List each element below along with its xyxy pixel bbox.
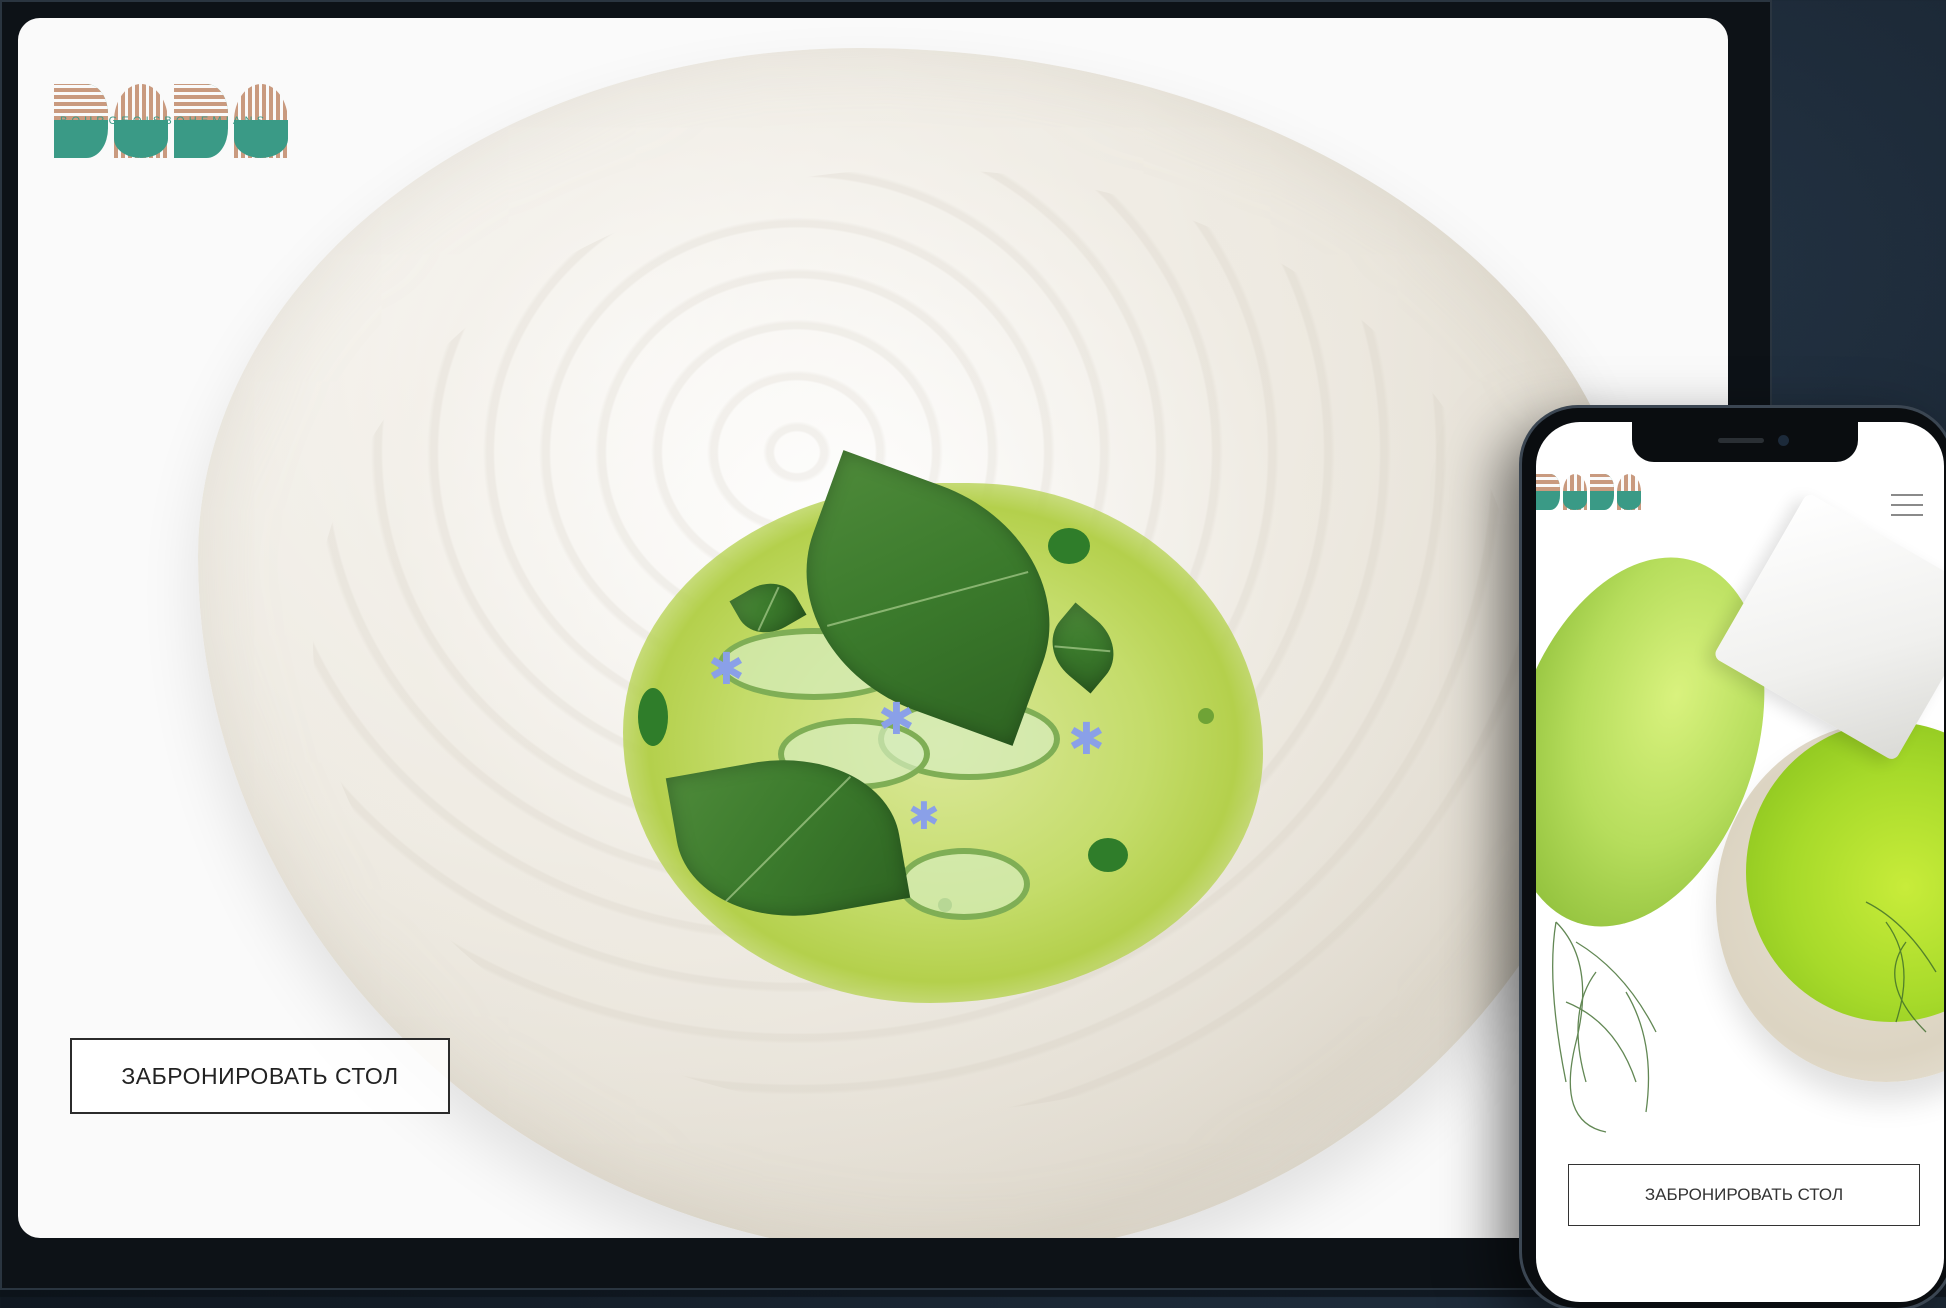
logo-tagline: BOURGEOISBOHEMIANS (60, 115, 269, 127)
hamburger-menu-icon[interactable] (1891, 494, 1923, 518)
flower-icon: ✱ (878, 695, 915, 744)
speaker-grille (1718, 438, 1764, 443)
flower-icon: ✱ (1068, 715, 1105, 764)
oil-drop (1088, 838, 1128, 872)
tablet-screen: ✱ ✱ ✱ ✱ BOURGEOISBOHEMIANS ЗАБРОНИРОВАТЬ… (18, 18, 1728, 1238)
reserve-table-button[interactable]: ЗАБРОНИРОВАТЬ СТОЛ (1568, 1164, 1920, 1226)
reserve-table-button[interactable]: ЗАБРОНИРОВАТЬ СТОЛ (70, 1038, 450, 1114)
oil-drop (638, 688, 668, 746)
cucumber-slice (898, 848, 1030, 920)
logo-glyph-b (1536, 474, 1560, 510)
flower-icon: ✱ (708, 645, 745, 694)
bobo-logo[interactable] (1536, 474, 1641, 510)
fennel-garnish (1552, 901, 1937, 1133)
camera-icon (1778, 435, 1789, 446)
tablet-device: ✱ ✱ ✱ ✱ BOURGEOISBOHEMIANS ЗАБРОНИРОВАТЬ… (0, 0, 1772, 1290)
logo-glyph-b (1590, 474, 1614, 510)
oil-drop (1048, 528, 1090, 564)
phone-device: ЗАБРОНИРОВАТЬ СТОЛ (1522, 408, 1946, 1308)
phone-notch (1632, 422, 1858, 462)
logo-glyph-o (1617, 474, 1641, 510)
phone-screen: ЗАБРОНИРОВАТЬ СТОЛ (1536, 422, 1944, 1302)
oil-drop (1198, 708, 1214, 724)
logo-glyph-o (1563, 474, 1587, 510)
flower-icon: ✱ (908, 796, 940, 838)
